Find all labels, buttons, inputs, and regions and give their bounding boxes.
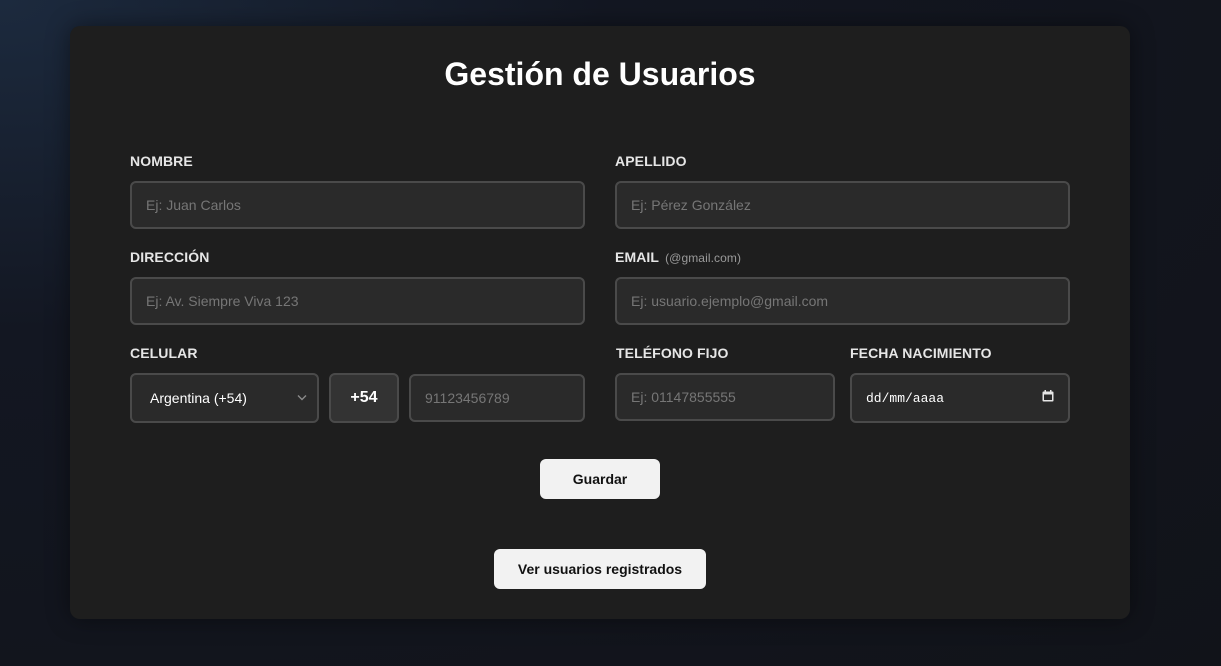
direccion-label: DIRECCIÓN xyxy=(130,249,210,265)
email-input[interactable] xyxy=(615,277,1070,325)
direccion-input[interactable] xyxy=(130,277,585,325)
page-title: Gestión de Usuarios xyxy=(444,56,756,92)
fecha-nacimiento-input[interactable]: dd/mm/aaaa xyxy=(850,373,1070,423)
fecha-nacimiento-label: FECHA NACIMIENTO xyxy=(850,345,992,361)
celular-label: CELULAR xyxy=(130,345,198,361)
country-select[interactable]: Argentina (+54) xyxy=(130,373,319,423)
email-hint: (@gmail.com) xyxy=(665,251,742,265)
apellido-label: APELLIDO xyxy=(615,153,687,169)
save-button[interactable]: Guardar xyxy=(540,459,660,499)
nombre-label: NOMBRE xyxy=(130,153,193,169)
email-label-text: EMAIL xyxy=(615,249,660,265)
telefono-fijo-label: TELÉFONO FIJO xyxy=(616,345,729,361)
apellido-input[interactable] xyxy=(615,181,1070,229)
date-format-text: dd/mm/aaaa xyxy=(866,390,945,406)
telefono-fijo-input[interactable] xyxy=(615,373,835,421)
country-select-value: Argentina (+54) xyxy=(150,390,247,406)
phone-prefix: +54 xyxy=(329,373,399,423)
nombre-input[interactable] xyxy=(130,181,585,229)
calendar-icon[interactable] xyxy=(1042,389,1054,407)
celular-input[interactable] xyxy=(409,374,585,422)
chevron-down-icon xyxy=(297,392,307,404)
view-users-button[interactable]: Ver usuarios registrados xyxy=(494,549,706,589)
user-form-card: Gestión de Usuarios NOMBRE APELLIDO DIRE… xyxy=(70,26,1130,619)
email-label: EMAIL (@gmail.com) xyxy=(615,249,741,265)
